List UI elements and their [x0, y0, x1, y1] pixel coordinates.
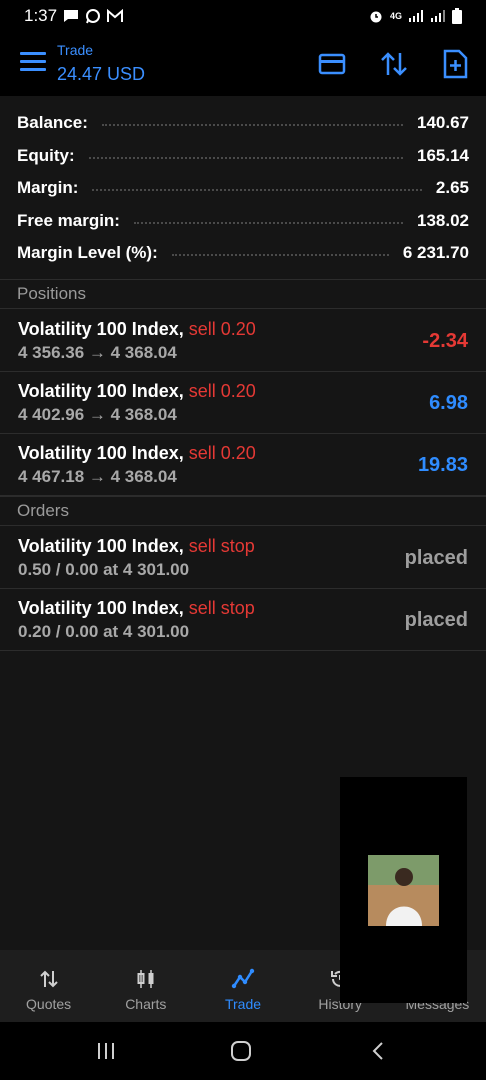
nav-charts[interactable]: Charts — [97, 950, 194, 1022]
position-row[interactable]: Volatility 100 Index, sell 0.20 4 356.36… — [0, 310, 486, 372]
sort-arrows-icon[interactable] — [378, 48, 410, 80]
card-icon[interactable] — [316, 48, 348, 80]
position-row[interactable]: Volatility 100 Index, sell 0.20 4 467.18… — [0, 434, 486, 496]
order-status: placed — [404, 609, 468, 631]
summary-label: Balance: — [17, 113, 88, 133]
order-status: placed — [404, 547, 468, 569]
alarm-icon — [370, 11, 382, 23]
caller-thumbnail — [368, 855, 439, 926]
order-row[interactable]: Volatility 100 Index, sell stop 0.50 / 0… — [0, 527, 486, 589]
position-row[interactable]: Volatility 100 Index, sell 0.20 4 402.96… — [0, 372, 486, 434]
nav-trade[interactable]: Trade — [194, 950, 291, 1022]
new-order-icon[interactable] — [439, 48, 471, 80]
position-prices: 4 356.36 → 4 368.04 — [18, 343, 177, 362]
nav-quotes[interactable]: Quotes — [0, 950, 97, 1022]
back-icon[interactable] — [368, 1040, 390, 1062]
dotted-leader — [171, 254, 389, 257]
summary-row-balance: Balance: 140.67 — [0, 107, 486, 140]
dotted-leader — [101, 124, 403, 127]
video-call-overlay[interactable] — [340, 777, 467, 1003]
position-profit: 6.98 — [429, 392, 468, 414]
quotes-arrows-icon — [39, 970, 58, 988]
person-image — [368, 855, 439, 926]
order-detail: 0.20 / 0.00 at 4 301.00 — [18, 622, 190, 641]
signal-icon — [409, 10, 423, 22]
position-prices: 4 467.18 → 4 368.04 — [18, 467, 177, 486]
position-side: sell 0.20 — [188, 319, 256, 339]
order-row[interactable]: Volatility 100 Index, sell stop 0.20 / 0… — [0, 589, 486, 651]
signal-icon — [431, 10, 445, 22]
position-symbol: Volatility 100 Index, — [18, 381, 184, 401]
position-profit: -2.34 — [422, 330, 468, 352]
recent-apps-icon[interactable] — [95, 1040, 117, 1062]
summary-row-free-margin: Free margin: 138.02 — [0, 205, 486, 238]
battery-icon — [452, 8, 462, 24]
summary-row-margin: Margin: 2.65 — [0, 172, 486, 205]
summary-label: Free margin: — [17, 210, 120, 230]
menu-icon[interactable] — [20, 52, 46, 74]
summary-label: Equity: — [17, 145, 75, 165]
order-detail: 0.50 / 0.00 at 4 301.00 — [18, 560, 190, 579]
position-prices: 4 402.96 → 4 368.04 — [18, 405, 177, 424]
whatsapp-icon — [86, 9, 101, 24]
order-side: sell stop — [188, 536, 255, 556]
summary-value: 138.02 — [417, 210, 469, 230]
candlestick-icon — [137, 970, 154, 988]
summary-value: 165.14 — [417, 145, 469, 165]
network-label: 4G — [389, 11, 402, 21]
position-profit: 19.83 — [417, 454, 468, 476]
position-symbol: Volatility 100 Index, — [18, 319, 184, 339]
dotted-leader — [133, 221, 403, 224]
nav-label: Quotes — [26, 996, 72, 1012]
home-icon[interactable] — [230, 1040, 252, 1062]
nav-label: Charts — [125, 996, 167, 1012]
summary-value: 140.67 — [417, 113, 469, 133]
orders-header: Orders — [0, 496, 486, 526]
summary-value: 2.65 — [435, 178, 469, 198]
app-bar: Trade 24.47 USD — [0, 32, 486, 96]
positions-header: Positions — [0, 279, 486, 309]
account-balance-subtitle: 24.47 USD — [57, 64, 146, 84]
summary-label: Margin: — [17, 178, 79, 198]
order-symbol: Volatility 100 Index, — [18, 598, 184, 618]
position-symbol: Volatility 100 Index, — [18, 443, 184, 463]
order-symbol: Volatility 100 Index, — [18, 536, 184, 556]
chat-icon — [64, 10, 79, 22]
summary-label: Margin Level (%): — [17, 243, 158, 263]
account-summary: Balance: 140.67 Equity: 165.14 Margin: 2… — [0, 96, 486, 270]
status-time: 1:37 — [24, 6, 58, 25]
page-title: Trade — [57, 42, 94, 58]
trade-line-icon — [231, 968, 255, 989]
summary-row-margin-level: Margin Level (%): 6 231.70 — [0, 237, 486, 270]
gmail-icon — [107, 9, 124, 22]
summary-row-equity: Equity: 165.14 — [0, 140, 486, 173]
dotted-leader — [92, 189, 422, 192]
system-nav-bar — [0, 1022, 486, 1080]
status-bar: 1:37 4G — [0, 0, 486, 32]
summary-value: 6 231.70 — [402, 243, 469, 263]
position-side: sell 0.20 — [188, 381, 256, 401]
nav-label: Trade — [224, 996, 262, 1012]
position-side: sell 0.20 — [188, 443, 256, 463]
dotted-leader — [88, 156, 403, 159]
order-side: sell stop — [188, 598, 255, 618]
